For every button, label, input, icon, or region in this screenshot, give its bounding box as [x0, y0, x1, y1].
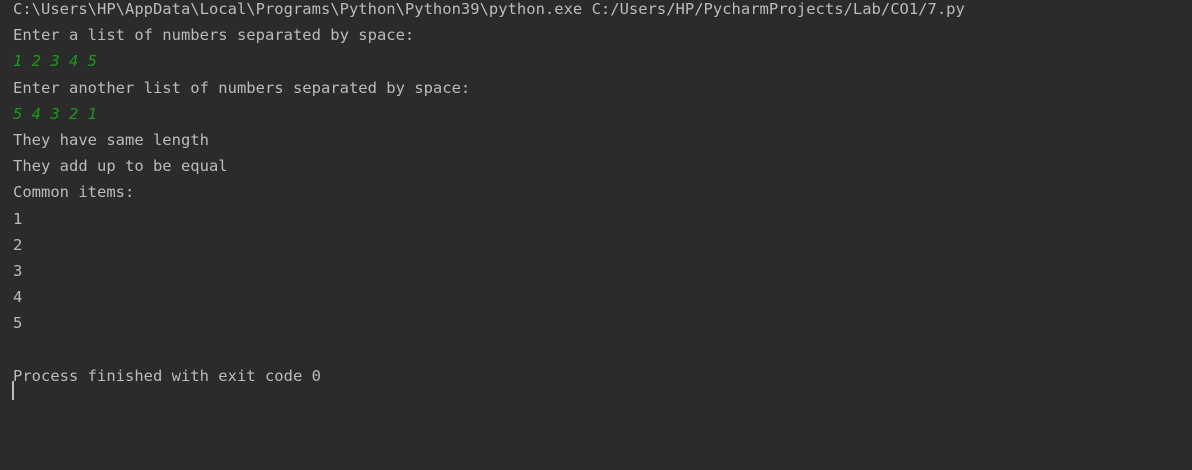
- output-common-item: 5: [13, 314, 23, 333]
- output-common-items-heading: Common items:: [13, 183, 135, 202]
- output-common-item: 4: [13, 288, 23, 307]
- output-equal-sum: They add up to be equal: [13, 157, 228, 176]
- run-console-output[interactable]: C:\Users\HP\AppData\Local\Programs\Pytho…: [12, 0, 1192, 470]
- output-same-length: They have same length: [13, 130, 209, 149]
- user-input-second-list: 5 4 3 2 1: [13, 104, 97, 123]
- output-common-item: 1: [13, 209, 23, 228]
- input-prompt-second-list: Enter another list of numbers separated …: [13, 78, 471, 97]
- exit-line: Process finished with exit code 0: [12, 366, 1192, 400]
- user-input-first-list: 1 2 3 4 5: [13, 52, 97, 71]
- command-line: C:\Users\HP\AppData\Local\Programs\Pytho…: [13, 0, 965, 18]
- input-prompt-first-list: Enter a list of numbers separated by spa…: [13, 26, 415, 45]
- output-common-item: 3: [13, 261, 23, 280]
- output-common-item: 2: [13, 235, 23, 254]
- process-exit-message: Process finished with exit code 0: [13, 366, 321, 385]
